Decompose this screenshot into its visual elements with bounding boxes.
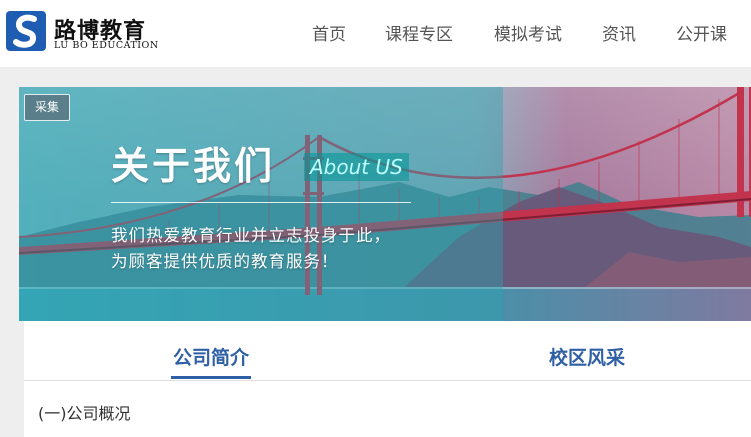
banner-title-en: About US: [304, 153, 409, 181]
logo-s-icon: [6, 11, 46, 51]
banner-divider: [111, 202, 411, 203]
nav-item-home[interactable]: 首页: [312, 20, 346, 45]
about-banner: 采集 关于我们 About US 我们热爱教育行业并立志投身于此， 为顾客提供优…: [19, 87, 751, 321]
banner-title: 关于我们: [111, 144, 276, 188]
tab-campus-gallery[interactable]: 校区风采: [549, 343, 625, 370]
collect-tag[interactable]: 采集: [24, 94, 71, 121]
banner-bridge-image: [19, 87, 751, 321]
banner-slogan-line1: 我们热爱教育行业并立志投身于此，: [111, 226, 391, 245]
section-heading: (一)公司概况: [38, 404, 131, 423]
nav-item-mock-exam[interactable]: 模拟考试: [494, 20, 562, 45]
site-header: 路博教育 LU BO EDUCATION 首页 课程专区 模拟考试 资讯 公开课: [0, 0, 751, 67]
content-panel: 公司简介 校区风采 (一)公司概况: [24, 321, 751, 437]
nav-item-news[interactable]: 资讯: [602, 20, 636, 45]
banner-slogan-line2: 为顾客提供优质的教育服务！: [111, 252, 339, 271]
section-tabs: 公司简介 校区风采: [24, 321, 751, 381]
nav-item-courses[interactable]: 课程专区: [385, 20, 453, 45]
logo-subtitle: LU BO EDUCATION: [54, 40, 159, 51]
nav-item-open-class[interactable]: 公开课: [676, 20, 727, 45]
site-logo[interactable]: 路博教育 LU BO EDUCATION: [6, 9, 176, 55]
tab-company-profile[interactable]: 公司简介: [170, 343, 252, 379]
